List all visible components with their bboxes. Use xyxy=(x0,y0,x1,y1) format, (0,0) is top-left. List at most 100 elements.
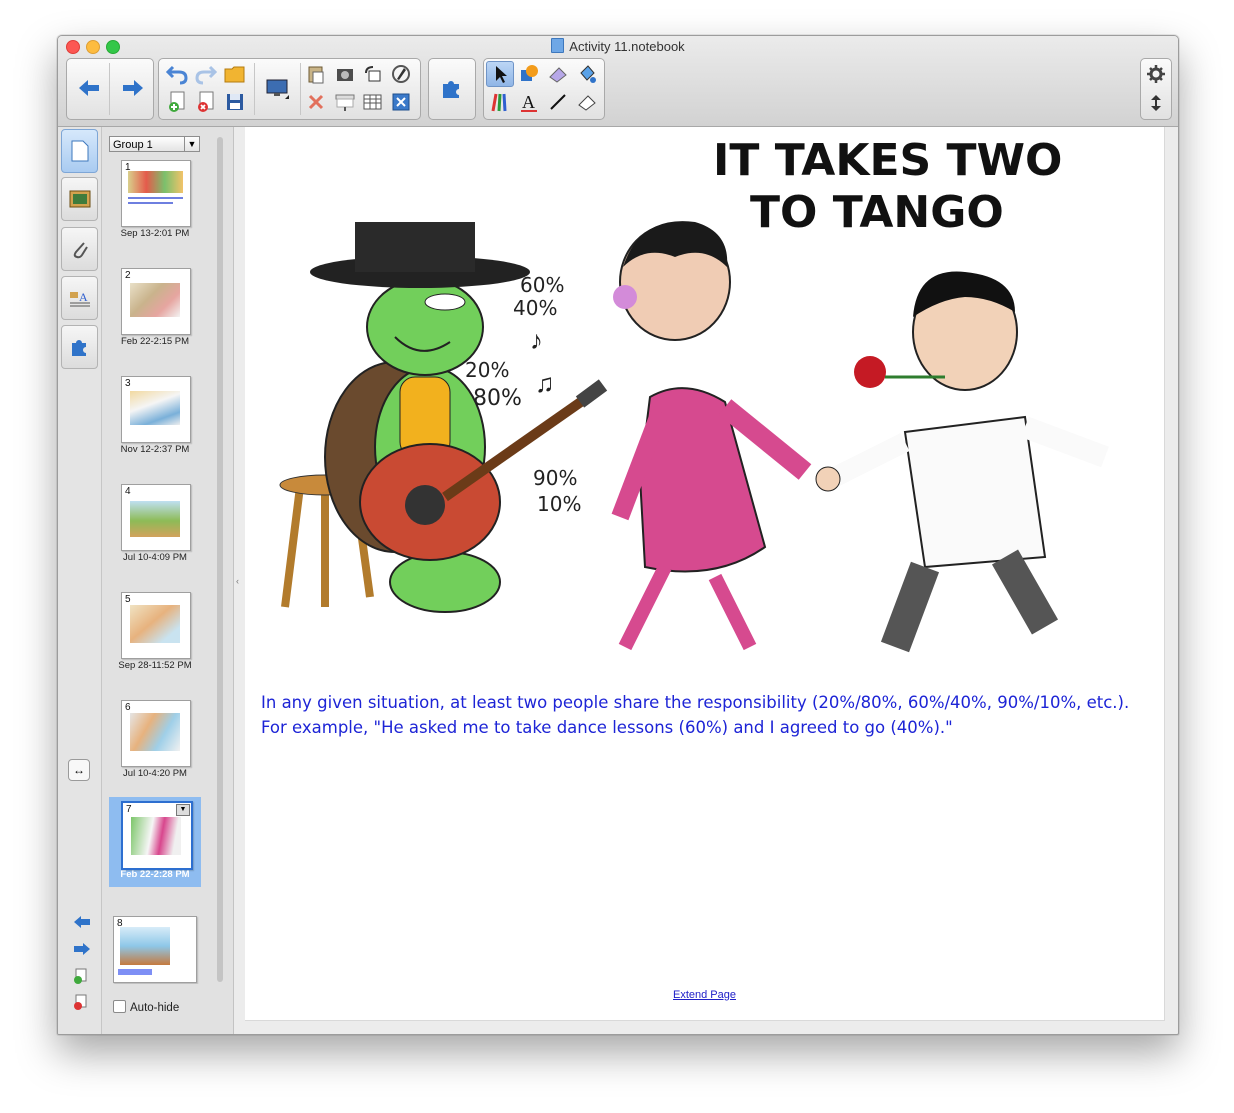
svg-text:A: A xyxy=(79,290,88,304)
clipboard-icon xyxy=(308,66,324,84)
document-icon xyxy=(551,38,565,53)
undo-button[interactable] xyxy=(163,61,191,87)
sorter-scrollbar[interactable] xyxy=(217,137,223,982)
save-button[interactable] xyxy=(221,89,249,115)
thumbnail-date: Jul 10-4:20 PM xyxy=(123,768,187,779)
group-selector[interactable]: Group 1 ▼ xyxy=(109,136,200,152)
back-arrow-icon xyxy=(74,916,90,928)
sidebar-delete-page-button[interactable] xyxy=(73,994,87,1010)
shapes-tool-button[interactable] xyxy=(515,61,543,87)
thumbnail-date: Sep 13-2:01 PM xyxy=(120,228,190,239)
sidebar-add-page-button[interactable] xyxy=(73,968,87,984)
properties-icon xyxy=(392,65,410,83)
add-page-icon xyxy=(169,91,185,112)
page-thumbnail-4[interactable]: 4 Jul 10-4:09 PM xyxy=(109,480,201,570)
toolbar-nav-group xyxy=(66,58,154,120)
fullscreen-button[interactable] xyxy=(387,89,415,115)
side-tab-bar: A ↔ xyxy=(58,127,102,1034)
thumbnail-image: 4 xyxy=(121,484,191,551)
thumbnail-date: Jul 10-4:09 PM xyxy=(123,552,187,563)
screen-display-button[interactable] xyxy=(263,75,291,101)
toolbar-right-group xyxy=(1140,58,1172,120)
delete-page-icon xyxy=(198,91,214,112)
toolbar-position-button[interactable] xyxy=(1142,90,1170,116)
page-thumbnail-6[interactable]: 6 Jul 10-4:20 PM xyxy=(109,696,201,786)
screen-shade-button[interactable] xyxy=(331,89,359,115)
music-note-icon: ♪ xyxy=(530,325,543,355)
tab-page-sorter[interactable] xyxy=(61,129,98,173)
eraser-tool-button[interactable] xyxy=(544,61,572,87)
page-thumbnail-3[interactable]: 3 Nov 12-2:37 PM xyxy=(109,372,201,462)
page-thumbnail-2[interactable]: 2 Feb 22-2:15 PM xyxy=(109,264,201,354)
percent-label: 80% xyxy=(473,386,522,411)
previous-page-button[interactable] xyxy=(75,75,103,101)
svg-text:A: A xyxy=(522,92,535,112)
tab-attachments[interactable] xyxy=(61,227,98,271)
select-tool-button[interactable] xyxy=(486,61,514,87)
paste-button[interactable] xyxy=(302,61,330,87)
text-a-icon: A xyxy=(521,92,537,112)
open-file-button[interactable] xyxy=(221,61,249,87)
percent-label: 20% xyxy=(465,358,509,382)
sidebar-previous-page-button[interactable] xyxy=(73,915,90,929)
settings-button[interactable] xyxy=(1142,61,1170,87)
page-thumbnail-7[interactable]: 7 ▼ Feb 22-2:28 PM xyxy=(109,797,201,887)
pens-icon xyxy=(491,93,507,112)
dropdown-arrow-icon: ▼ xyxy=(184,137,199,151)
delete-button[interactable] xyxy=(302,89,330,115)
fill-tool-button[interactable] xyxy=(573,61,601,87)
thumbnail-date: Nov 12-2:37 PM xyxy=(120,444,190,455)
rotate-button[interactable] xyxy=(359,61,387,87)
text-tool-button[interactable]: A xyxy=(515,89,543,115)
tab-gallery[interactable] xyxy=(61,177,98,221)
window-title: Activity 11.notebook xyxy=(58,38,1178,54)
thumbnail-date: Feb 22-2:15 PM xyxy=(120,336,190,347)
toggle-sidebar-side-button[interactable]: ↔ xyxy=(68,759,90,781)
delete-page-button[interactable] xyxy=(192,89,220,115)
whiteboard-page[interactable]: IT TAKES TWO TO TANGO 60% 40% 20% 80% 90… xyxy=(245,127,1165,1021)
properties-button[interactable] xyxy=(387,61,415,87)
tab-properties[interactable]: A xyxy=(61,276,98,320)
group-label: Group 1 xyxy=(113,139,153,151)
folder-icon xyxy=(224,66,245,83)
expand-vertical-icon xyxy=(1151,95,1161,111)
sidebar-next-page-button[interactable] xyxy=(73,942,90,956)
pens-tool-button[interactable] xyxy=(486,89,514,115)
thumbnail-image: 5 xyxy=(121,592,191,659)
thumbnail-image: 3 xyxy=(121,376,191,443)
page-thumbnail-1[interactable]: 1 Sep 13-2:01 PM xyxy=(109,156,201,246)
checkbox-icon xyxy=(113,1000,126,1013)
cartoon-title-line1: IT TAKES TWO xyxy=(713,135,1062,186)
sorter-resize-handle[interactable]: ‹ xyxy=(236,576,239,586)
redo-button[interactable] xyxy=(192,61,220,87)
eraser-icon xyxy=(549,67,567,83)
caption-line-1: In any given situation, at least two peo… xyxy=(261,693,1130,712)
redo-icon xyxy=(195,65,217,85)
rotate-icon xyxy=(365,66,381,82)
fill-bucket-icon xyxy=(580,65,596,83)
percent-label: 60% xyxy=(520,273,564,297)
shapes-icon xyxy=(521,65,538,81)
creative-eraser-button[interactable] xyxy=(573,89,601,115)
gallery-image-icon xyxy=(69,190,90,208)
percent-label: 90% xyxy=(533,466,577,490)
tab-addons[interactable] xyxy=(61,325,98,369)
thumbnail-image: 2 xyxy=(121,268,191,335)
page-thumbnail-8[interactable]: 8 xyxy=(109,912,201,984)
thumbnail-image: 6 xyxy=(121,700,191,767)
next-page-button[interactable] xyxy=(119,75,147,101)
add-page-button[interactable] xyxy=(163,89,191,115)
forward-arrow-icon xyxy=(123,80,143,96)
add-page-icon xyxy=(74,968,87,984)
screen-capture-button[interactable] xyxy=(331,61,359,87)
line-tool-button[interactable] xyxy=(544,89,572,115)
addons-button[interactable] xyxy=(437,75,465,101)
auto-hide-checkbox[interactable]: Auto-hide xyxy=(113,1000,179,1014)
app-window: Activity 11.notebook A A ↔ Group 1 ▼ 1 S… xyxy=(57,35,1179,1035)
titlebar: Activity 11.notebook A xyxy=(58,36,1178,127)
insert-table-button[interactable] xyxy=(359,89,387,115)
thumbnail-date: Feb 22-2:28 PM xyxy=(120,869,190,880)
thumbnail-menu-button[interactable]: ▼ xyxy=(176,804,190,816)
extend-page-link[interactable]: Extend Page xyxy=(245,989,1164,1001)
page-thumbnail-5[interactable]: 5 Sep 28-11:52 PM xyxy=(109,588,201,678)
